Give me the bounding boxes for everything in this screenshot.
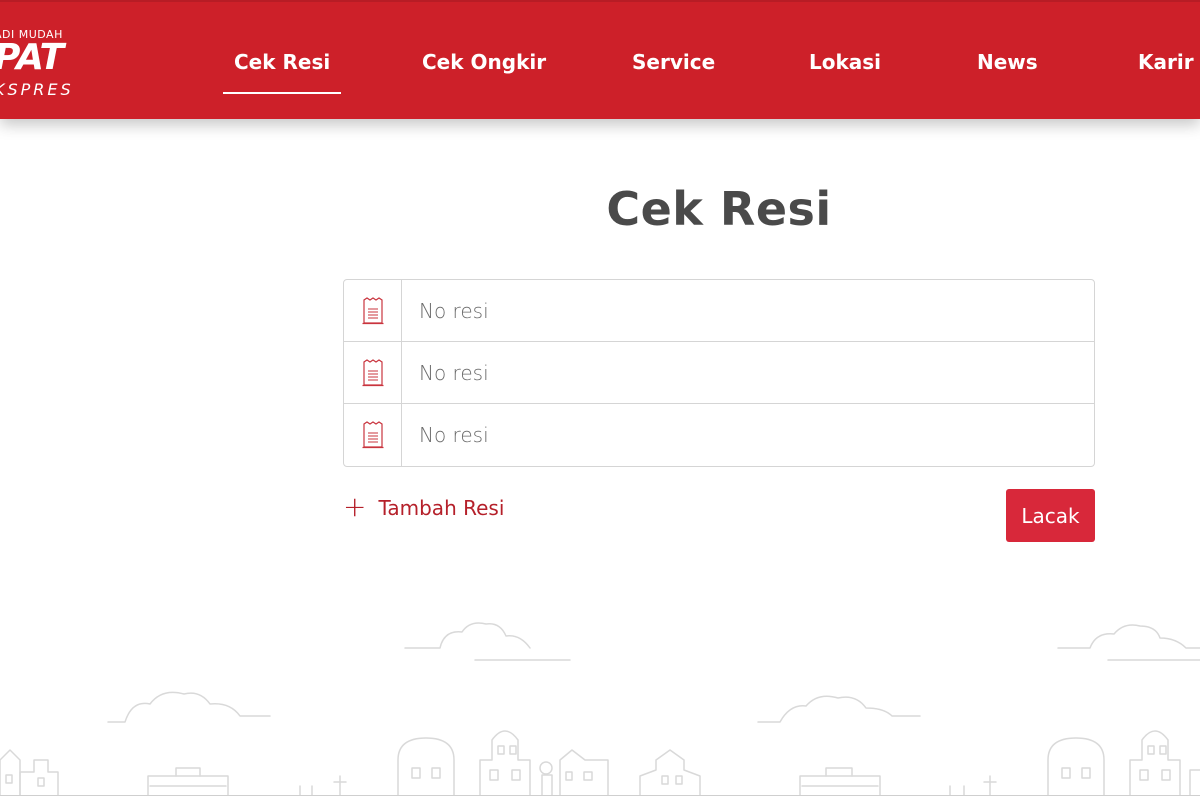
resi-input-3[interactable] (402, 404, 1094, 466)
plus-icon: + (343, 489, 367, 523)
receipt-icon (344, 280, 402, 341)
resi-input-group (343, 279, 1095, 467)
page-title: Cek Resi (606, 182, 832, 236)
resi-row (344, 342, 1094, 404)
ground-line (0, 795, 1200, 796)
nav-karir[interactable]: Karir (1138, 50, 1194, 80)
add-resi-link[interactable]: + Tambah Resi (343, 492, 504, 524)
resi-row (344, 404, 1094, 466)
top-navbar: ADI MUDAH PAT KSPRES Cek Resi Cek Ongkir… (0, 0, 1200, 119)
resi-row (344, 280, 1094, 342)
receipt-icon (344, 342, 402, 403)
city-skyline-illustration (0, 622, 1200, 796)
nav-cek-ongkir[interactable]: Cek Ongkir (422, 50, 546, 80)
receipt-icon (344, 404, 402, 466)
resi-input-1[interactable] (402, 280, 1094, 341)
nav-cek-resi[interactable]: Cek Resi (222, 50, 342, 94)
nav-service[interactable]: Service (632, 50, 715, 80)
main-nav: Cek Resi Cek Ongkir Service Lokasi News … (0, 2, 1200, 119)
nav-news[interactable]: News (977, 50, 1038, 80)
nav-lokasi[interactable]: Lokasi (809, 50, 881, 80)
add-resi-label: Tambah Resi (378, 496, 505, 520)
lacak-button[interactable]: Lacak (1006, 489, 1095, 542)
resi-input-2[interactable] (402, 342, 1094, 403)
